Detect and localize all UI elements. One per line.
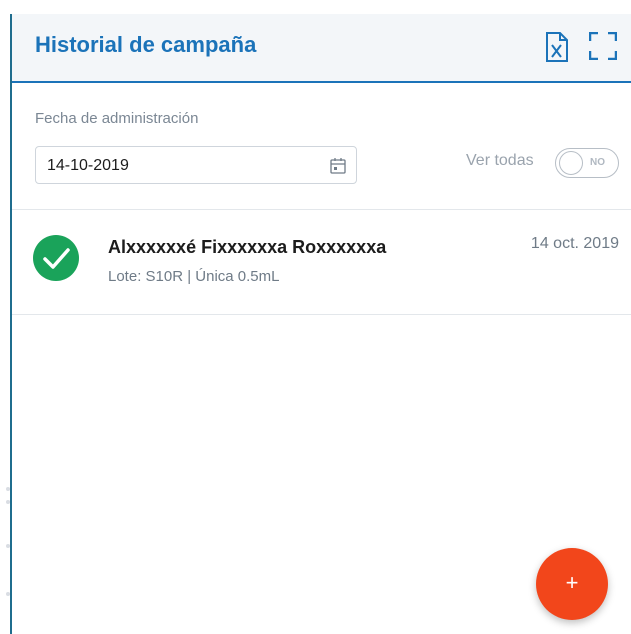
fullscreen-icon[interactable] [588,31,618,65]
show-all-toggle[interactable]: NO [555,148,619,178]
panel-title: Historial de campaña [35,32,257,57]
toggle-state-label: NO [590,157,605,168]
date-value: 14-10-2019 [47,157,129,174]
record-date: 14 oct. 2019 [530,235,619,252]
panel-header: Historial de campaña [12,14,631,83]
show-all-label: Ver todas [466,152,534,169]
calendar-icon[interactable] [330,157,346,179]
excel-export-icon[interactable] [545,32,569,67]
campaign-history-panel: Historial de campaña Fecha de administra… [10,14,631,634]
list-item[interactable]: Alxxxxxxé Fixxxxxxa Roxxxxxxa Lote: S10R… [12,210,631,314]
date-label: Fecha de administración [35,110,199,127]
date-input[interactable]: 14-10-2019 [35,146,357,184]
record-detail: Lote: S10R | Única 0.5mL [108,268,280,285]
check-circle-icon [33,235,79,286]
divider [12,314,631,315]
add-button[interactable]: + [536,548,608,620]
toggle-knob [559,151,583,175]
record-name: Alxxxxxxé Fixxxxxxa Roxxxxxxa [108,237,387,257]
